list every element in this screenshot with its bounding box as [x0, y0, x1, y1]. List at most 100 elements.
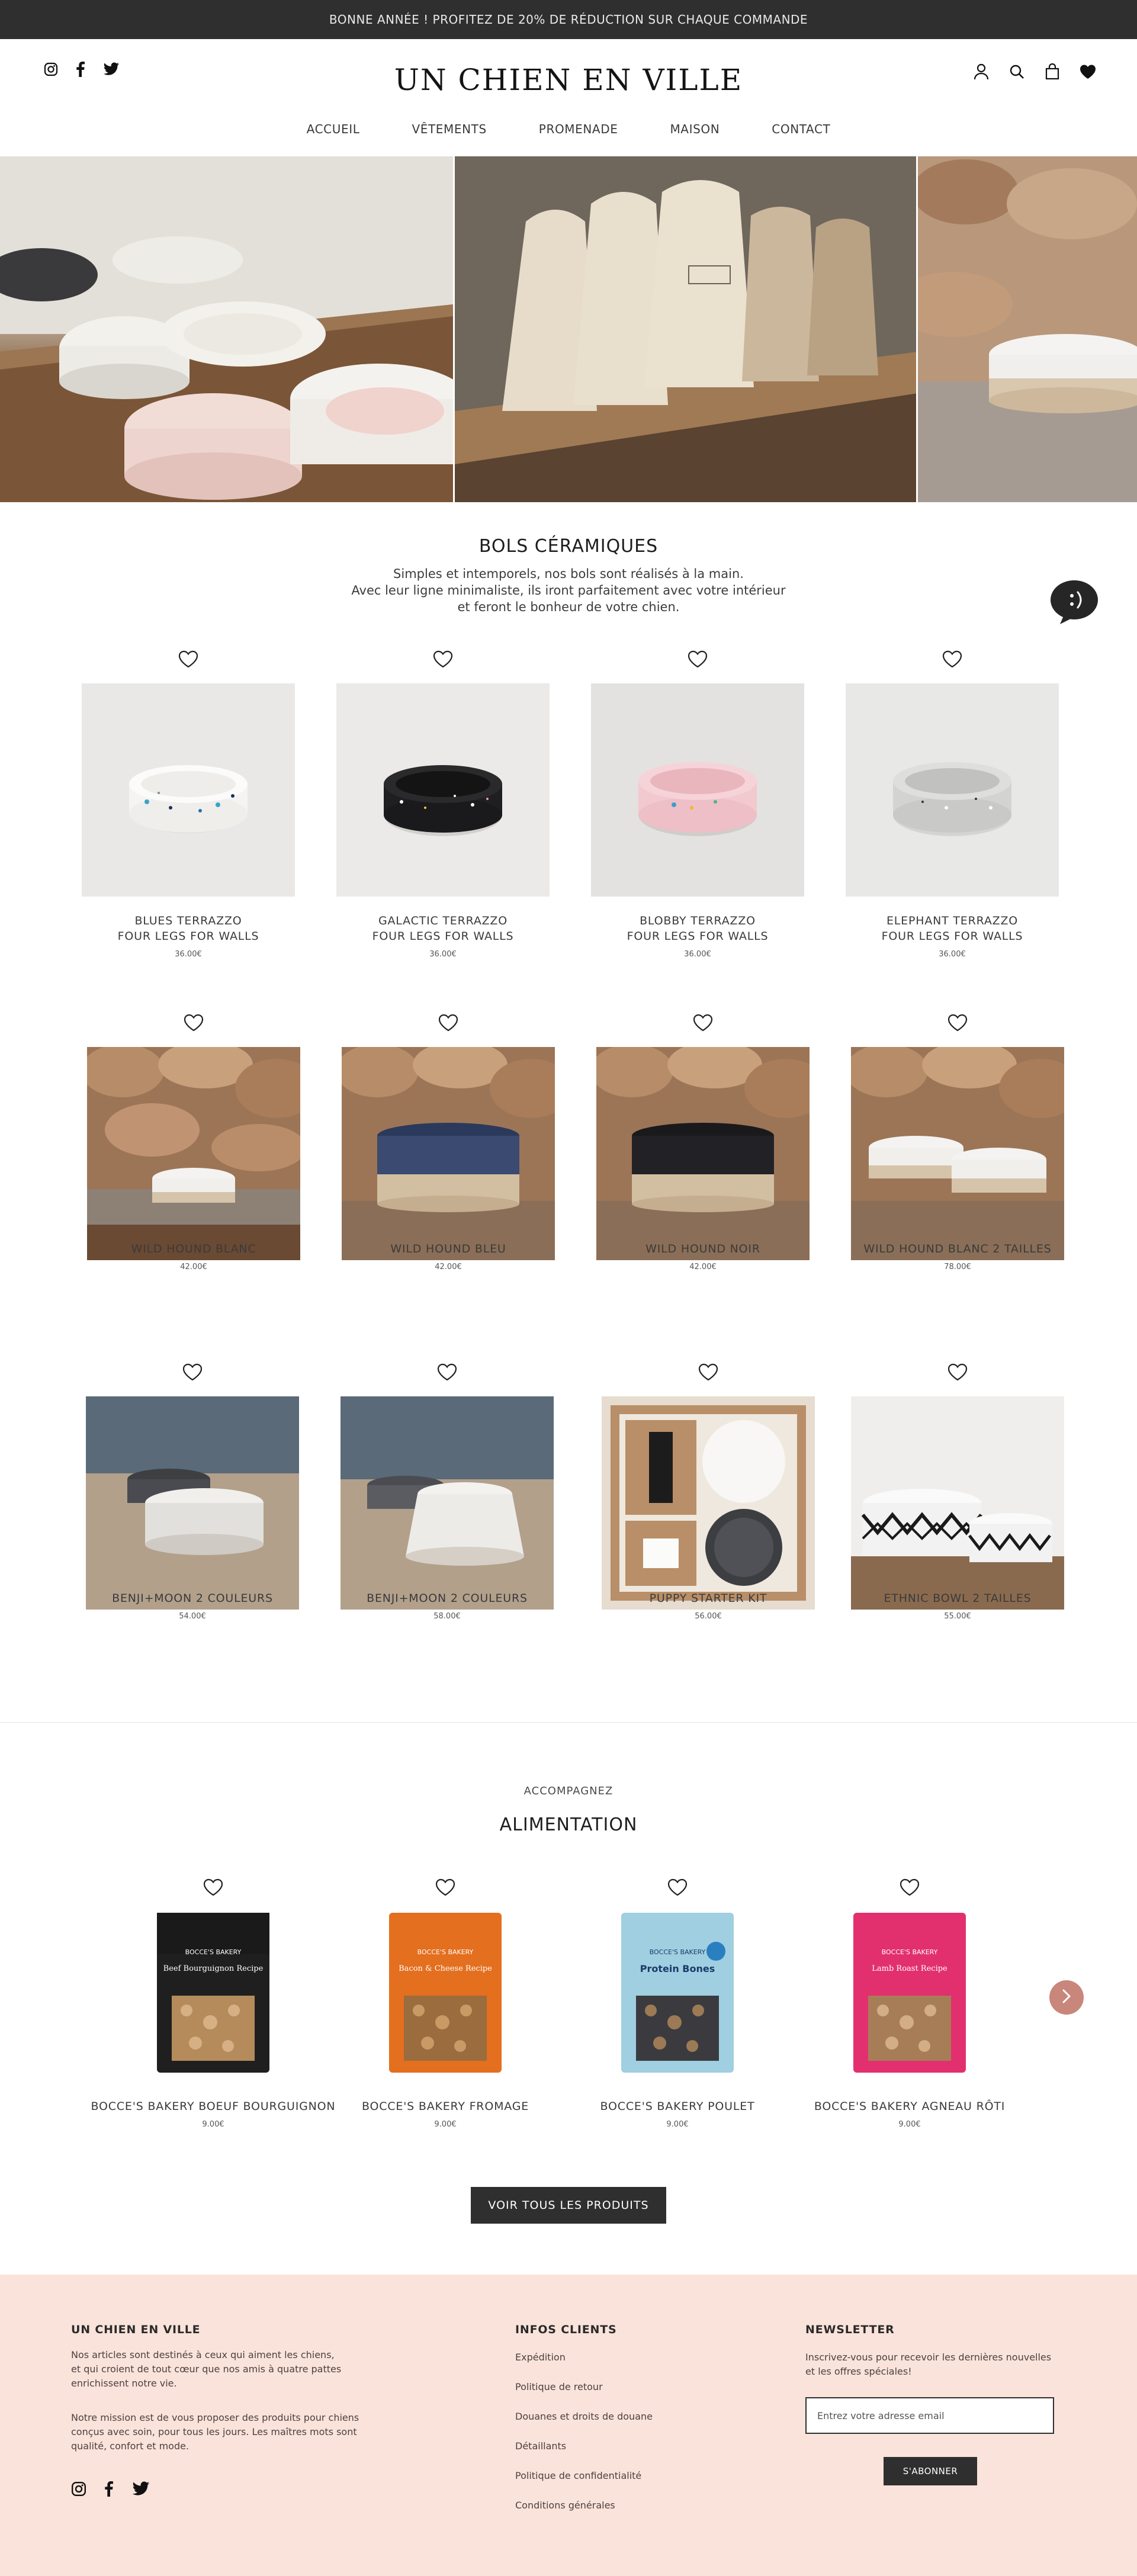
wishlist-heart-icon[interactable]: [435, 1361, 459, 1383]
product-name[interactable]: WILD HOUND BLANC: [63, 1241, 324, 1257]
wishlist-heart-icon[interactable]: [181, 1361, 204, 1383]
food-section-title: ALIMENTATION: [499, 1814, 638, 1835]
product-name[interactable]: BOCCE'S BAKERY POULET: [547, 2100, 808, 2113]
product-name-line[interactable]: BLOBBY TERRAZZO: [567, 913, 828, 929]
pack-brand: BOCCE'S BAKERY: [417, 1948, 474, 1956]
product-name[interactable]: PUPPY STARTER KIT: [578, 1591, 839, 1606]
product-image[interactable]: [342, 1047, 555, 1260]
product-name[interactable]: BOCCE'S BAKERY FROMAGE: [315, 2100, 576, 2113]
pack-brand: BOCCE'S BAKERY: [185, 1948, 242, 1956]
newsletter-email-input[interactable]: [805, 2397, 1054, 2434]
wishlist-heart-icon[interactable]: [946, 1361, 969, 1383]
product-image[interactable]: [846, 683, 1059, 897]
nav-promenade[interactable]: PROMENADE: [539, 122, 618, 136]
product-image[interactable]: [87, 1047, 300, 1260]
product-name[interactable]: GALACTIC TERRAZZO FOUR LEGS FOR WALLS: [313, 913, 573, 944]
footer-link-expedition[interactable]: Expédition: [515, 2352, 566, 2363]
wishlist-heart-icon[interactable]: [176, 648, 200, 670]
instagram-icon[interactable]: [71, 2481, 86, 2497]
product-name-line[interactable]: BLUES TERRAZZO: [58, 913, 319, 929]
wishlist-heart-icon[interactable]: [431, 648, 455, 670]
footer-info-title: INFOS CLIENTS: [515, 2323, 617, 2336]
product-image[interactable]: BOCCE'S BAKERY Lamb Roast Recipe: [803, 1907, 1016, 2084]
footer-link-retour[interactable]: Politique de retour: [515, 2381, 603, 2392]
bowls-section-description: Simples et intemporels, nos bols sont ré…: [0, 566, 1137, 615]
product-image[interactable]: [336, 683, 550, 897]
footer-link-confidentialite[interactable]: Politique de confidentialité: [515, 2470, 641, 2481]
product-name[interactable]: ELEPHANT TERRAZZO FOUR LEGS FOR WALLS: [822, 913, 1083, 944]
twitter-icon[interactable]: [131, 2481, 150, 2497]
product-name[interactable]: WILD HOUND BLEU: [318, 1241, 579, 1257]
footer-text-line: enrichissent notre vie.: [71, 2378, 177, 2389]
product-name-line[interactable]: FOUR LEGS FOR WALLS: [313, 929, 573, 944]
product-image[interactable]: [591, 683, 804, 897]
product-name[interactable]: BLOBBY TERRAZZO FOUR LEGS FOR WALLS: [567, 913, 828, 944]
product-name[interactable]: ETHNIC BOWL 2 TAILLES: [827, 1591, 1088, 1606]
wishlist-heart-icon[interactable]: [182, 1011, 205, 1034]
wishlist-heart-icon[interactable]: [436, 1011, 460, 1034]
product-image[interactable]: [86, 1396, 299, 1610]
product-image[interactable]: [851, 1047, 1064, 1260]
account-icon[interactable]: [972, 63, 990, 81]
chat-widget-button[interactable]: [1049, 579, 1099, 625]
wishlist-heart-icon[interactable]: [1079, 63, 1097, 81]
nav-accueil[interactable]: ACCUEIL: [307, 122, 360, 136]
product-name[interactable]: BOCCE'S BAKERY AGNEAU RÔTI: [779, 2100, 1040, 2113]
view-all-products-button[interactable]: VOIR TOUS LES PRODUITS: [471, 2187, 666, 2224]
wishlist-heart-icon[interactable]: [686, 648, 709, 670]
wishlist-heart-icon[interactable]: [940, 648, 964, 670]
product-name[interactable]: BLUES TERRAZZO FOUR LEGS FOR WALLS: [58, 913, 319, 944]
product-price: 42.00€: [689, 1263, 717, 1271]
product-price: 42.00€: [435, 1263, 462, 1271]
product-name[interactable]: BOCCE'S BAKERY BOEUF BOURGUIGNON: [83, 2100, 343, 2113]
product-price: 9.00€: [898, 2120, 921, 2129]
product-name[interactable]: BENJI+MOON 2 COULEURS: [317, 1591, 577, 1606]
nav-maison[interactable]: MAISON: [670, 122, 720, 136]
nav-contact[interactable]: CONTACT: [772, 122, 830, 136]
product-image[interactable]: BOCCE'S BAKERY Protein Bones: [571, 1907, 784, 2084]
carousel-next-button[interactable]: [1049, 1980, 1084, 2015]
announcement-text: BONNE ANNÉE ! PROFITEZ DE 20% DE RÉDUCTI…: [329, 12, 808, 27]
cart-icon[interactable]: [1043, 63, 1061, 81]
product-image[interactable]: [602, 1396, 815, 1610]
product-image[interactable]: BOCCE'S BAKERY Bacon & Cheese Recipe: [339, 1907, 552, 2084]
pack-title: Bacon & Cheese Recipe: [399, 1964, 492, 1973]
wishlist-heart-icon[interactable]: [946, 1011, 969, 1034]
product-image[interactable]: [341, 1396, 554, 1610]
product-name-line[interactable]: FOUR LEGS FOR WALLS: [58, 929, 319, 944]
hero-banner: [0, 156, 1137, 502]
product-name[interactable]: WILD HOUND NOIR: [573, 1241, 833, 1257]
product-name[interactable]: WILD HOUND BLANC 2 TAILLES: [827, 1241, 1088, 1257]
footer-text-line: qualité, confort et mode.: [71, 2440, 190, 2452]
pack-brand: BOCCE'S BAKERY: [882, 1948, 938, 1956]
search-icon[interactable]: [1008, 63, 1026, 81]
wishlist-heart-icon[interactable]: [201, 1876, 225, 1899]
product-image[interactable]: [596, 1047, 810, 1260]
footer-newsletter-title: NEWSLETTER: [805, 2323, 895, 2336]
footer-link-conditions[interactable]: Conditions générales: [515, 2500, 615, 2511]
footer-link-douanes[interactable]: Douanes et droits de douane: [515, 2411, 653, 2422]
footer-about-title: UN CHIEN EN VILLE: [71, 2323, 201, 2336]
wishlist-heart-icon[interactable]: [691, 1011, 715, 1034]
product-image[interactable]: [82, 683, 295, 897]
wishlist-heart-icon[interactable]: [666, 1876, 689, 1899]
product-name[interactable]: BENJI+MOON 2 COULEURS: [62, 1591, 323, 1606]
footer-link-detaillants[interactable]: Détaillants: [515, 2440, 566, 2452]
wishlist-heart-icon[interactable]: [696, 1361, 720, 1383]
product-image[interactable]: [851, 1396, 1064, 1610]
product-price: 58.00€: [433, 1612, 461, 1621]
product-name-line[interactable]: ELEPHANT TERRAZZO: [822, 913, 1083, 929]
wishlist-heart-icon[interactable]: [898, 1876, 921, 1899]
subscribe-button[interactable]: S'ABONNER: [884, 2457, 977, 2485]
footer-mission-text: Notre mission est de vous proposer des p…: [71, 2411, 359, 2453]
hero-image-treat-bags: [453, 156, 916, 502]
product-name-line[interactable]: FOUR LEGS FOR WALLS: [822, 929, 1083, 944]
wishlist-heart-icon[interactable]: [433, 1876, 457, 1899]
product-image[interactable]: BOCCE'S BAKERY Beef Bourguignon Recipe: [107, 1907, 320, 2084]
facebook-icon[interactable]: [104, 2481, 114, 2497]
footer-text-line: conçus avec soin, pour tous les jours. L…: [71, 2426, 357, 2437]
product-name-line[interactable]: GALACTIC TERRAZZO: [313, 913, 573, 929]
site-logo[interactable]: UN CHIEN EN VILLE: [0, 63, 1137, 97]
nav-vetements[interactable]: VÊTEMENTS: [412, 122, 486, 136]
product-name-line[interactable]: FOUR LEGS FOR WALLS: [567, 929, 828, 944]
